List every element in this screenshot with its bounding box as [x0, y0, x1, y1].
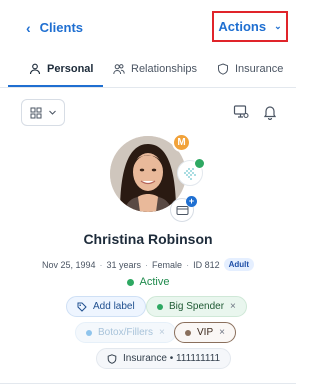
status-label: Active — [139, 276, 170, 288]
remove-label-icon[interactable]: × — [159, 327, 165, 338]
label-chip[interactable]: Botox/Fillers × — [75, 322, 176, 343]
back-to-clients-link[interactable]: ‹ Clients — [26, 20, 83, 35]
profile-tabs: Personal Relationships Insurance — [0, 55, 296, 88]
status-dot-icon — [126, 278, 134, 286]
insurance-chip[interactable]: Insurance • 111111111 — [96, 348, 232, 369]
remove-label-icon[interactable]: × — [219, 327, 225, 338]
divider — [0, 383, 296, 384]
membership-badge: M — [172, 133, 191, 152]
monitor-settings-icon[interactable] — [233, 104, 249, 125]
meta-separator: · — [186, 259, 190, 270]
label-text: Botox/Fillers — [98, 327, 154, 338]
add-label-button[interactable]: Add label — [66, 296, 146, 317]
label-dot-icon — [185, 329, 191, 336]
meta-separator: · — [145, 259, 149, 270]
grid-icon — [30, 107, 41, 118]
credit-card-icon — [176, 205, 188, 215]
tab-insurance-label: Insurance — [235, 63, 284, 75]
shield-icon — [107, 353, 117, 364]
plus-icon: + — [186, 196, 197, 207]
bell-icon[interactable] — [262, 104, 278, 125]
insurance-text: Insurance • 111111111 — [123, 353, 221, 364]
person-icon — [29, 63, 41, 75]
client-meta: Nov 25, 1994 · 31 years · Female · ID 81… — [0, 258, 296, 271]
client-id: ID 812 — [193, 259, 220, 270]
label-dot-icon — [157, 303, 163, 310]
category-badge: Adult — [223, 258, 255, 271]
actions-button[interactable]: Actions ⌄ — [212, 11, 288, 42]
client-dob: Nov 25, 1994 — [41, 259, 96, 270]
label-text: Big Spender — [169, 301, 225, 312]
shield-icon — [218, 63, 228, 75]
header: ‹ Clients Actions ⌄ — [0, 0, 296, 55]
tab-relationships-label: Relationships — [131, 63, 198, 75]
tab-personal-label: Personal — [47, 63, 94, 75]
tab-insurance[interactable]: Insurance — [217, 63, 283, 75]
tab-personal[interactable]: Personal — [29, 63, 93, 75]
back-label: Clients — [39, 20, 84, 35]
verified-check-icon — [194, 158, 205, 169]
client-age: 31 years — [106, 259, 142, 270]
client-gender: Female — [152, 259, 183, 270]
client-name: Christina Robinson — [83, 231, 213, 247]
active-tab-indicator — [8, 85, 103, 87]
remove-label-icon[interactable]: × — [230, 301, 236, 312]
label-chip[interactable]: VIP × — [174, 322, 236, 343]
tag-icon — [77, 302, 87, 312]
tab-relationships[interactable]: Relationships — [113, 63, 197, 75]
chevron-down-icon — [48, 110, 56, 115]
label-dot-icon — [86, 329, 92, 336]
meta-separator: · — [99, 259, 103, 270]
people-icon — [113, 64, 125, 75]
view-toggle-button[interactable] — [21, 99, 65, 126]
label-text: VIP — [197, 327, 214, 338]
actions-label: Actions — [218, 19, 267, 34]
chevron-left-icon: ‹ — [26, 19, 31, 36]
chevron-down-icon: ⌄ — [274, 21, 282, 31]
label-chip[interactable]: Big Spender × — [146, 296, 247, 317]
client-status: Active — [0, 276, 296, 288]
add-label-text: Add label — [93, 301, 135, 312]
